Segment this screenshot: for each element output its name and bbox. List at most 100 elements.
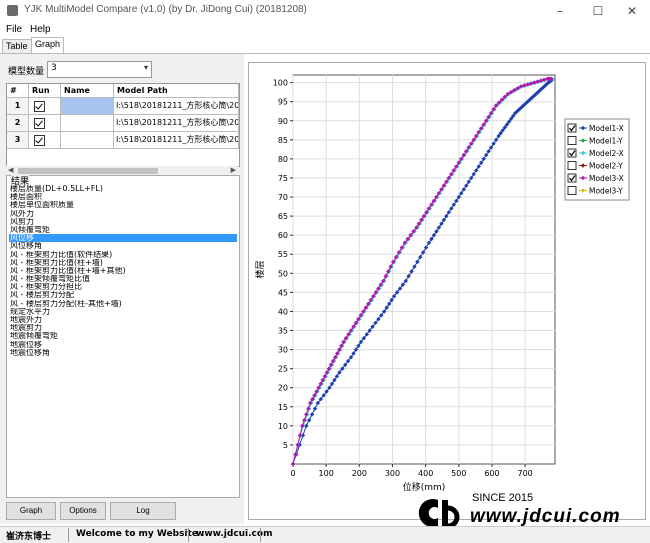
- menu-file[interactable]: File: [6, 24, 22, 35]
- chevron-down-icon[interactable]: ▾: [144, 63, 148, 72]
- menu-bar: File Help: [0, 22, 650, 38]
- path-cell[interactable]: I:\518\20181211_方形核心筒\20: [114, 115, 239, 132]
- maximize-button[interactable]: ☐: [584, 3, 612, 19]
- result-item[interactable]: 风 - 楼层剪力分配: [9, 291, 237, 299]
- x-tick-label: 0: [290, 469, 295, 478]
- y-tick-label: 70: [278, 193, 288, 202]
- results-list: 楼层质量(DL+0.5LL+FL) 楼层面积 楼层单位面积质量 风外力 风剪力 风倾覆弯矩…: [9, 185, 237, 357]
- x-tick-label: 500: [451, 469, 466, 478]
- status-separator: [188, 528, 189, 542]
- run-checkbox[interactable]: [29, 132, 61, 149]
- legend-checkbox[interactable]: [567, 186, 577, 195]
- x-tick-label: 200: [352, 469, 367, 478]
- graph-button[interactable]: Graph: [6, 502, 56, 520]
- scrollbar-thumb[interactable]: [18, 168, 158, 174]
- y-tick-label: 20: [278, 384, 288, 393]
- legend-label: Model3-X: [589, 174, 624, 183]
- status-separator: [68, 528, 69, 542]
- result-item[interactable]: 地震外力: [9, 316, 237, 324]
- result-item[interactable]: 地震倾覆弯矩: [9, 332, 237, 340]
- result-item[interactable]: 风 - 框架剪力比值(柱+墙): [9, 259, 237, 267]
- y-tick-label: 50: [278, 269, 288, 278]
- y-tick-label: 80: [278, 155, 288, 164]
- watermark-url: www.jdcui.com: [470, 506, 621, 527]
- status-bar: 崔济东博士 Welcome to my Website : www.jdcui.…: [0, 526, 650, 543]
- minimize-button[interactable]: –: [546, 3, 574, 19]
- y-tick-label: 25: [278, 365, 288, 374]
- path-cell[interactable]: I:\518\20181211_方形核心筒\20: [114, 132, 239, 149]
- path-cell[interactable]: I:\518\20181211_方形核心筒\20: [114, 98, 239, 115]
- y-tick-label: 55: [278, 250, 288, 259]
- legend-checkbox[interactable]: [567, 136, 577, 145]
- displacement-chart: 0 100 200 300 400 500 600 700 5 10 15 20 25 30 35 40 45 5…: [254, 74, 630, 493]
- result-item[interactable]: 风倾覆弯矩: [9, 226, 237, 234]
- result-item[interactable]: 风位移角: [9, 242, 237, 250]
- result-item[interactable]: 风 - 框架剪力比值(柱+墙+其他): [9, 267, 237, 275]
- result-item[interactable]: 风剪力: [9, 218, 237, 226]
- legend-label: Model2-Y: [589, 162, 623, 171]
- close-button[interactable]: ✕: [618, 3, 646, 19]
- model-grid: # Run Name Model Path 1 I:\518\20181211_…: [6, 83, 240, 167]
- watermark-since: SINCE 2015: [472, 492, 534, 504]
- scroll-left-icon[interactable]: ◀: [8, 166, 13, 174]
- menu-help[interactable]: Help: [30, 24, 51, 35]
- x-tick-label: 700: [518, 469, 533, 478]
- legend-checkbox[interactable]: [567, 161, 577, 170]
- checkbox-icon: [34, 135, 45, 146]
- result-item[interactable]: 风 - 框架剪力分担比: [9, 283, 237, 291]
- grid-header-name: Name: [61, 84, 114, 98]
- y-tick-label: 5: [283, 441, 288, 450]
- y-tick-label: 40: [278, 307, 288, 316]
- x-tick-label: 300: [385, 469, 400, 478]
- result-item[interactable]: 风 - 框架倾覆弯矩比值: [9, 275, 237, 283]
- name-cell[interactable]: [61, 115, 114, 132]
- result-item[interactable]: 风位移: [9, 234, 237, 243]
- window-title: YJK MultiModel Compare (v1.0) (by Dr. Ji…: [24, 4, 307, 15]
- status-welcome: Welcome to my Website :: [76, 529, 205, 539]
- x-tick-label: 100: [319, 469, 334, 478]
- tab-bar: Table Graph: [0, 37, 650, 54]
- name-cell[interactable]: [61, 98, 114, 115]
- run-checkbox[interactable]: [29, 115, 61, 132]
- title-bar: YJK MultiModel Compare (v1.0) (by Dr. Ji…: [0, 0, 650, 22]
- tab-graph[interactable]: Graph: [31, 37, 65, 53]
- model-count-value: 3: [51, 63, 57, 73]
- grid-row-num: 1: [7, 98, 29, 115]
- options-button[interactable]: Options: [60, 502, 106, 520]
- results-groupbox: 结果 楼层质量(DL+0.5LL+FL) 楼层面积 楼层单位面积质量 风外力 风剪力 风倾…: [6, 174, 240, 498]
- result-item[interactable]: 地震剪力: [9, 324, 237, 332]
- legend-label: Model3-Y: [589, 187, 623, 196]
- tab-table[interactable]: Table: [2, 39, 32, 53]
- scroll-right-icon[interactable]: ▶: [231, 166, 236, 174]
- legend-label: Model1-Y: [589, 137, 623, 146]
- y-tick-label: 65: [278, 212, 288, 221]
- result-item[interactable]: 风 - 楼层剪力分配(柱-其他+墙): [9, 300, 237, 308]
- grid-header-path: Model Path: [114, 84, 239, 98]
- left-panel: 模型数量 3 ▾ # Run Name Model Path 1 I:\518\…: [0, 54, 244, 524]
- y-tick-label: 95: [278, 98, 288, 107]
- result-item[interactable]: 楼层单位面积质量: [9, 201, 237, 209]
- grid-row-num: 3: [7, 132, 29, 149]
- y-axis-label: 楼层: [254, 260, 266, 278]
- chart-panel: 0 100 200 300 400 500 600 700 5 10 15 20 25 30 35 40 45 5…: [248, 62, 646, 520]
- result-item[interactable]: 风外力: [9, 210, 237, 218]
- status-separator: [260, 528, 261, 542]
- y-tick-label: 90: [278, 117, 288, 126]
- result-item[interactable]: 地震位移: [9, 341, 237, 349]
- y-tick-label: 85: [278, 136, 288, 145]
- legend-label: Model1-X: [589, 124, 624, 133]
- result-item[interactable]: 楼层面积: [9, 193, 237, 201]
- y-tick-label: 75: [278, 174, 288, 183]
- model-count-select[interactable]: 3 ▾: [47, 61, 152, 78]
- result-item[interactable]: 楼层质量(DL+0.5LL+FL): [9, 185, 237, 193]
- run-checkbox[interactable]: [29, 98, 61, 115]
- status-author: 崔济东博士: [6, 532, 52, 542]
- x-tick-label: 400: [418, 469, 433, 478]
- name-cell[interactable]: [61, 132, 114, 149]
- checkbox-icon: [34, 101, 45, 112]
- result-item[interactable]: 规定水平力: [9, 308, 237, 316]
- result-item[interactable]: 风 - 框架剪力比值(软件结果): [9, 251, 237, 259]
- log-button[interactable]: Log: [110, 502, 176, 520]
- result-item[interactable]: 地震位移角: [9, 349, 237, 357]
- y-tick-label: 15: [278, 403, 288, 412]
